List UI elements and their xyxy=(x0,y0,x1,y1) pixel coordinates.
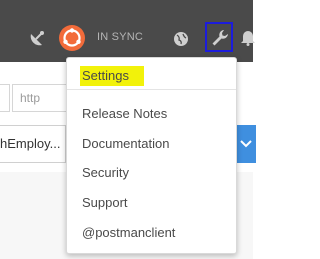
menu-item-twitter[interactable]: @postmanclient xyxy=(82,223,175,243)
menu-divider xyxy=(67,89,236,90)
settings-wrench-button[interactable] xyxy=(205,22,233,52)
settings-dropdown-menu: Settings Release Notes Documentation Sec… xyxy=(66,57,237,254)
menu-item-settings[interactable]: Settings xyxy=(80,66,144,86)
url-input[interactable]: http xyxy=(12,84,68,112)
method-field[interactable] xyxy=(0,84,10,112)
wrench-icon xyxy=(212,30,228,46)
environment-select[interactable]: hEmploy... xyxy=(0,125,66,163)
environment-dropdown-button[interactable] xyxy=(236,125,256,163)
menu-item-support[interactable]: Support xyxy=(82,193,128,213)
sync-status-label: IN SYNC xyxy=(97,31,144,43)
menu-item-documentation[interactable]: Documentation xyxy=(82,134,169,154)
sync-status-icon[interactable] xyxy=(58,24,86,52)
menu-item-release-notes[interactable]: Release Notes xyxy=(82,104,167,124)
chevron-down-icon xyxy=(240,140,252,148)
globe-icon[interactable] xyxy=(173,31,189,47)
satellite-icon[interactable] xyxy=(28,28,48,48)
menu-item-security[interactable]: Security xyxy=(82,163,129,183)
notification-bell-icon[interactable] xyxy=(241,28,255,46)
